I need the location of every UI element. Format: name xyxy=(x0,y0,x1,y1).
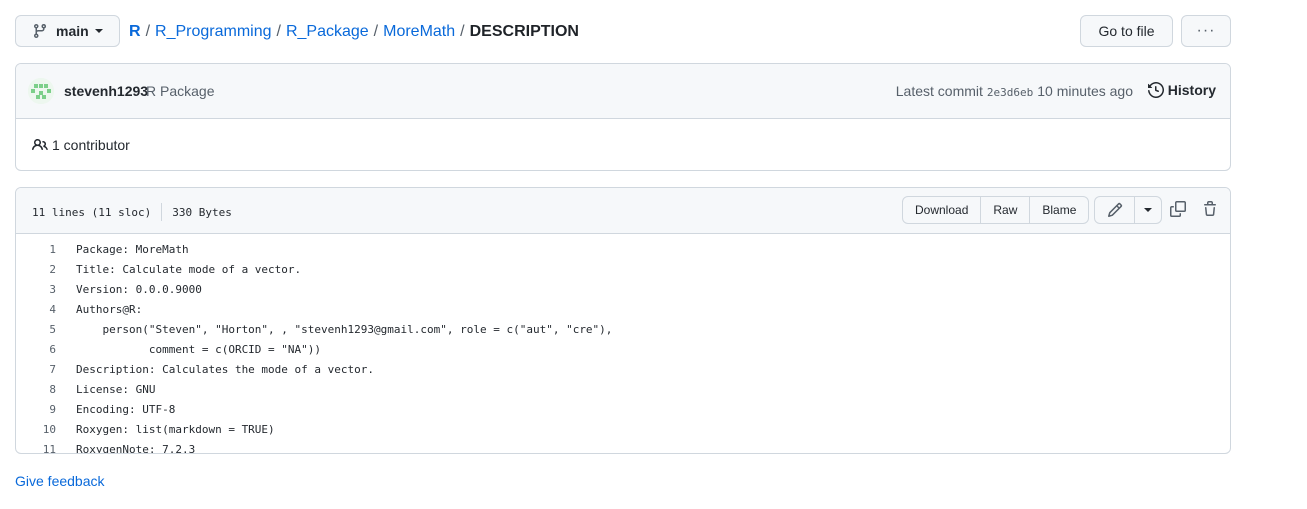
history-icon xyxy=(1147,82,1164,98)
line-number[interactable]: 3 xyxy=(16,283,56,296)
line-content: Authors@R: xyxy=(76,302,143,316)
line-content: License: GNU xyxy=(76,382,156,396)
git-branch-icon xyxy=(33,24,46,39)
chevron-down-icon xyxy=(1144,208,1152,212)
copy-icon[interactable] xyxy=(1170,201,1186,217)
chevron-down-icon xyxy=(94,29,103,33)
breadcrumb-link-moremath[interactable]: MoreMath xyxy=(383,23,455,41)
line-content: person("Steven", "Horton", , "stevenh129… xyxy=(76,322,613,336)
line-content: Package: MoreMath xyxy=(76,242,189,256)
line-number[interactable]: 5 xyxy=(16,323,56,336)
commit-message-link[interactable]: R Package xyxy=(146,83,214,99)
line-content: Roxygen: list(markdown = TRUE) xyxy=(76,422,275,436)
branch-selector-button[interactable]: main xyxy=(15,15,120,47)
breadcrumb-link-repo[interactable]: R xyxy=(129,23,141,41)
line-number[interactable]: 7 xyxy=(16,363,56,376)
line-number[interactable]: 6 xyxy=(16,343,56,356)
go-to-file-button[interactable]: Go to file xyxy=(1080,15,1173,47)
history-link[interactable]: History xyxy=(1147,82,1216,98)
download-button[interactable]: Download xyxy=(903,197,982,223)
more-options-button[interactable]: ··· xyxy=(1181,15,1231,47)
latest-commit-label: Latest commit xyxy=(895,83,983,99)
edit-dropdown-button[interactable] xyxy=(1135,197,1161,223)
file-viewer: 11 lines (11 sloc) 330 Bytes Download Ra… xyxy=(15,187,1231,454)
pencil-icon xyxy=(1107,202,1122,218)
file-lines-info: 11 lines (11 sloc) xyxy=(32,205,152,219)
branch-label: main xyxy=(56,23,89,39)
breadcrumb: R / R_Programming / R_Package / MoreMath… xyxy=(129,21,579,43)
code-line: 6 comment = c(ORCID = "NA")) xyxy=(16,339,1230,359)
file-header: 11 lines (11 sloc) 330 Bytes Download Ra… xyxy=(16,188,1230,234)
line-content: Title: Calculate mode of a vector. xyxy=(76,262,302,276)
edit-button[interactable] xyxy=(1095,197,1135,223)
code-line: 8 License: GNU xyxy=(16,379,1230,399)
commit-info-box: stevenh1293 R Package Latest commit 2e3d… xyxy=(15,63,1231,171)
avatar[interactable] xyxy=(28,78,54,104)
breadcrumb-separator: / xyxy=(276,23,281,40)
contributors-row: 1 contributor xyxy=(16,119,1230,170)
commit-time: 10 minutes ago xyxy=(1037,83,1133,99)
commit-header: stevenh1293 R Package Latest commit 2e3d… xyxy=(16,64,1230,119)
code-line: 3 Version: 0.0.0.9000 xyxy=(16,279,1230,299)
contributors-label: 1 contributor xyxy=(52,137,130,153)
line-content: Description: Calculates the mode of a ve… xyxy=(76,362,375,376)
line-number[interactable]: 1 xyxy=(16,243,56,256)
breadcrumb-current-file: DESCRIPTION xyxy=(469,23,579,40)
edit-actions-group xyxy=(1094,196,1162,224)
file-info: 11 lines (11 sloc) 330 Bytes xyxy=(32,203,232,221)
identicon-icon xyxy=(28,78,54,104)
code-line: 5 person("Steven", "Horton", , "stevenh1… xyxy=(16,319,1230,339)
code-line: 2 Title: Calculate mode of a vector. xyxy=(16,259,1230,279)
line-number[interactable]: 9 xyxy=(16,403,56,416)
line-number[interactable]: 8 xyxy=(16,383,56,396)
latest-commit: Latest commit 2e3d6eb 10 minutes ago xyxy=(896,83,1133,99)
code-line: 7 Description: Calculates the mode of a v… xyxy=(16,359,1230,379)
breadcrumb-separator: / xyxy=(460,23,465,40)
contributors-link[interactable]: 1 contributor xyxy=(32,137,130,153)
line-number[interactable]: 4 xyxy=(16,303,56,316)
give-feedback-link[interactable]: Give feedback xyxy=(15,473,105,489)
line-content: comment = c(ORCID = "NA")) xyxy=(76,342,322,356)
line-content: Version: 0.0.0.9000 xyxy=(76,282,202,296)
line-content: Encoding: UTF-8 xyxy=(76,402,176,416)
people-icon xyxy=(32,138,48,151)
file-actions-group: Download Raw Blame xyxy=(902,196,1090,224)
code-body: 1 Package: MoreMath 2 Title: Calculate mode… xyxy=(16,234,1230,454)
code-line: 4 Authors@R: xyxy=(16,299,1230,319)
breadcrumb-link-r-programming[interactable]: R_Programming xyxy=(155,23,271,41)
history-label: History xyxy=(1167,82,1216,98)
code-line: 11 RoxygenNote: 7.2.3 xyxy=(16,439,1230,454)
file-size: 330 Bytes xyxy=(172,205,232,219)
divider xyxy=(161,203,163,221)
line-number[interactable]: 10 xyxy=(16,423,56,436)
code-line: 9 Encoding: UTF-8 xyxy=(16,399,1230,419)
line-number[interactable]: 11 xyxy=(16,443,56,454)
commit-sha-link[interactable]: 2e3d6eb xyxy=(987,86,1033,99)
line-content: RoxygenNote: 7.2.3 xyxy=(76,442,196,454)
breadcrumb-separator: / xyxy=(145,23,151,40)
line-number[interactable]: 2 xyxy=(16,263,56,276)
code-line: 1 Package: MoreMath xyxy=(16,239,1230,259)
commit-author-link[interactable]: stevenh1293 xyxy=(64,83,148,99)
raw-button[interactable]: Raw xyxy=(981,197,1031,223)
code-line: 10 Roxygen: list(markdown = TRUE) xyxy=(16,419,1230,439)
blame-button[interactable]: Blame xyxy=(1030,197,1088,223)
breadcrumb-link-r-package[interactable]: R_Package xyxy=(286,23,369,41)
trash-icon[interactable] xyxy=(1202,201,1218,217)
breadcrumb-separator: / xyxy=(373,23,379,40)
